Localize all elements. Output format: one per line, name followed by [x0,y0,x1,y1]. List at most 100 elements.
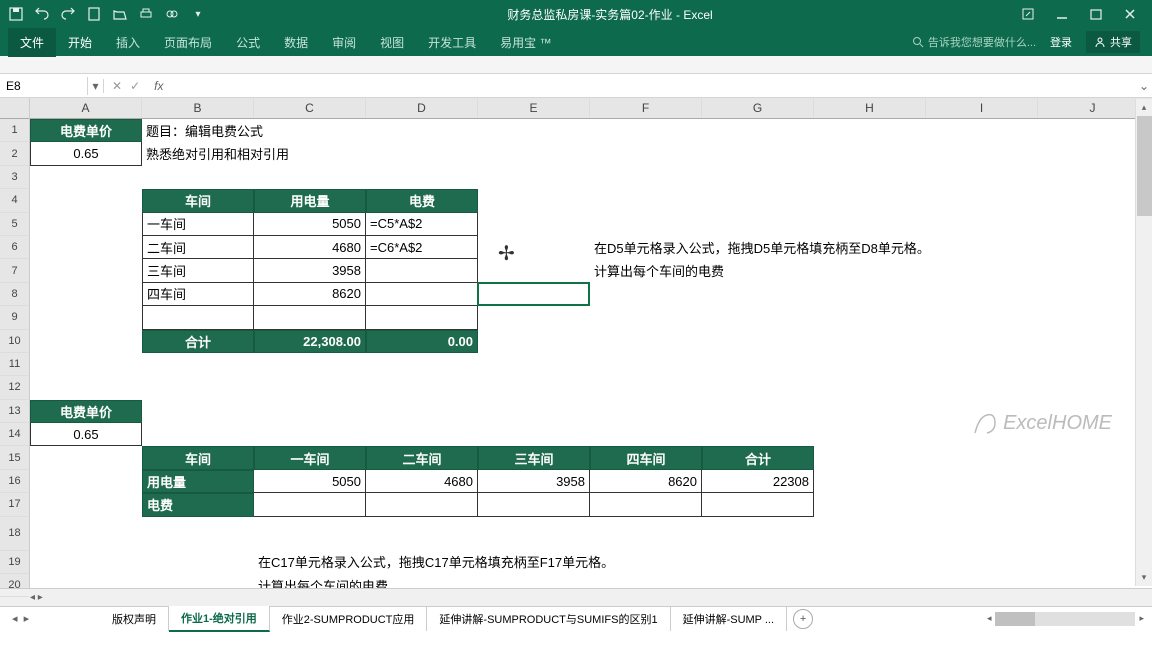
save-icon[interactable] [8,6,24,22]
cell[interactable]: 电费单价 [30,119,142,142]
cell[interactable]: 4680 [366,470,478,493]
col-header[interactable]: H [814,98,926,118]
cell[interactable]: 题目：编辑电费公式 [142,119,254,142]
cell[interactable]: 二车间 [366,446,478,469]
scroll-thumb[interactable] [1137,116,1152,216]
cell[interactable]: 0.65 [30,423,142,446]
row-header[interactable]: 8 [0,283,29,306]
col-header[interactable]: E [478,98,590,118]
horizontal-scrollbar[interactable]: ◂ ▸ [987,612,1152,626]
cell[interactable]: 车间 [142,189,254,212]
undo-icon[interactable] [34,6,50,22]
cell[interactable]: 5050 [254,213,366,236]
cell[interactable]: 用电量 [254,189,366,212]
tab-file[interactable]: 文件 [8,28,56,57]
open-icon[interactable] [112,6,128,22]
cell[interactable]: 二车间 [142,236,254,259]
sheet-tab[interactable]: 版权声明 [100,607,169,631]
row-header[interactable]: 7 [0,259,29,282]
cell[interactable]: 一车间 [142,213,254,236]
cell[interactable]: 0.00 [366,330,478,353]
cell[interactable]: 合计 [702,446,814,469]
cell[interactable]: 熟悉绝对引用和相对引用 [142,142,254,165]
cell[interactable]: 在C17单元格录入公式，拖拽C17单元格填充柄至F17单元格。 [254,551,854,574]
row-header[interactable]: 5 [0,213,29,236]
cell[interactable]: 用电量 [142,470,254,493]
tab-formula[interactable]: 公式 [224,28,272,57]
row-header[interactable]: 9 [0,306,29,329]
cell[interactable]: 0.65 [30,142,142,165]
cancel-formula-icon[interactable]: ✕ [112,79,122,93]
row-header[interactable]: 12 [0,376,29,399]
namebox-dropdown-icon[interactable]: ▾ [88,79,104,93]
redo-icon[interactable] [60,6,76,22]
row-header[interactable]: 17 [0,493,29,516]
share-button[interactable]: 共享 [1086,31,1140,53]
row-header[interactable]: 10 [0,330,29,353]
fx-icon[interactable]: fx [148,79,169,93]
col-header[interactable]: B [142,98,254,118]
row-header[interactable]: 19 [0,551,29,574]
col-header[interactable]: C [254,98,366,118]
cell[interactable]: 计算出每个车间的电费 [590,259,990,282]
col-header[interactable]: A [30,98,142,118]
scroll-down-icon[interactable]: ▾ [1136,569,1152,586]
cell[interactable]: 22,308.00 [254,330,366,353]
cell[interactable]: 8620 [254,283,366,306]
cell[interactable]: 3958 [478,470,590,493]
row-header[interactable]: 13 [0,400,29,423]
formula-input[interactable] [169,84,1136,88]
cell[interactable]: =C6*A$2 [366,236,478,259]
row-header[interactable]: 3 [0,166,29,189]
cell[interactable]: 计算出每个车间的电费 [254,574,654,588]
col-header[interactable]: I [926,98,1038,118]
name-box[interactable]: E8 [0,77,88,95]
row-header[interactable]: 1 [0,119,29,142]
tab-view[interactable]: 视图 [368,28,416,57]
scroll-right-icon[interactable]: ▸ [1139,613,1144,624]
sheet-tab[interactable]: 延伸讲解-SUMP ... [671,607,787,631]
cell[interactable]: 22308 [702,470,814,493]
sheet-tab-active[interactable]: 作业1-绝对引用 [169,606,270,632]
sheet-tab[interactable]: 延伸讲解-SUMPRODUCT与SUMIFS的区别1 [427,607,670,631]
tab-layout[interactable]: 页面布局 [152,28,224,57]
sheet-tab[interactable]: 作业2-SUMPRODUCT应用 [270,607,428,631]
cell[interactable]: 电费单价 [30,400,142,423]
sheet-nav[interactable]: ◂ ▸ [0,612,100,625]
col-header[interactable]: F [590,98,702,118]
scroll-left-icon[interactable]: ◂ [987,613,992,624]
col-header[interactable]: J [1038,98,1148,118]
row-header[interactable]: 18 [0,517,29,551]
cell[interactable]: 8620 [590,470,702,493]
print-icon[interactable] [138,6,154,22]
tab-review[interactable]: 审阅 [320,28,368,57]
cell[interactable]: 3958 [254,259,366,282]
cell[interactable]: 在D5单元格录入公式，拖拽D5单元格填充柄至D8单元格。 [590,236,1090,259]
new-icon[interactable] [86,6,102,22]
ribbon-options-icon[interactable] [1020,6,1036,22]
cell[interactable]: =C5*A$2 [366,213,478,236]
tab-data[interactable]: 数据 [272,28,320,57]
cell[interactable]: 电费 [142,493,254,516]
maximize-icon[interactable] [1088,6,1104,22]
vertical-scrollbar[interactable]: ▴ ▾ [1135,99,1152,586]
close-icon[interactable] [1122,6,1138,22]
tab-insert[interactable]: 插入 [104,28,152,57]
row-header[interactable]: 2 [0,142,29,165]
row-header[interactable]: 15 [0,446,29,469]
col-header[interactable]: G [702,98,814,118]
minimize-icon[interactable] [1054,6,1070,22]
cell[interactable]: 电费 [366,189,478,212]
cell[interactable]: 合计 [142,330,254,353]
tab-dev[interactable]: 开发工具 [416,28,488,57]
cell[interactable]: 四车间 [590,446,702,469]
cell[interactable]: 车间 [142,446,254,469]
row-header[interactable]: 6 [0,236,29,259]
select-all-corner[interactable] [0,98,29,119]
cell[interactable]: 三车间 [142,259,254,282]
spreadsheet-grid[interactable]: 1 2 3 4 5 6 7 8 9 10 11 12 13 14 15 16 1… [0,98,1152,588]
tab-home[interactable]: 开始 [56,28,104,57]
col-header[interactable]: D [366,98,478,118]
login-link[interactable]: 登录 [1050,34,1072,50]
enter-formula-icon[interactable]: ✓ [130,79,140,93]
